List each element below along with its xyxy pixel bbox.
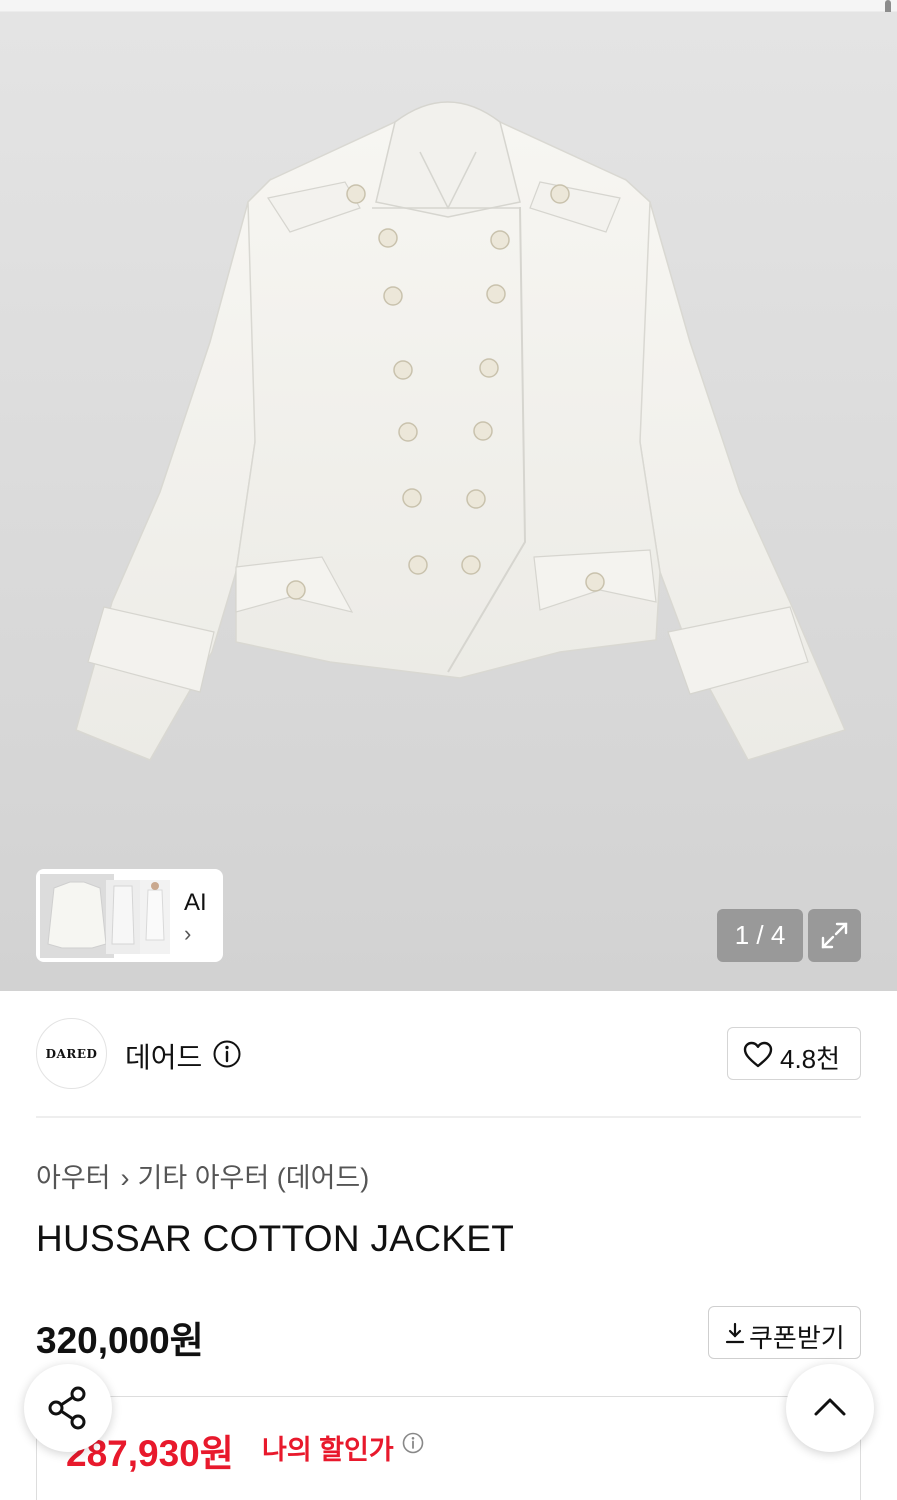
brand-row[interactable]: DARED 데어드 4.8천: [36, 1018, 861, 1090]
download-icon: [725, 1322, 745, 1344]
chevron-right-icon: ›: [120, 1163, 130, 1193]
coupon-label: 쿠폰받기: [749, 1323, 845, 1353]
product-image-gallery[interactable]: AI › 1 / 4: [0, 12, 897, 991]
breadcrumb-subcategory[interactable]: 기타 아우터 (데어드): [138, 1163, 370, 1193]
expand-image-button[interactable]: [808, 909, 861, 962]
info-icon[interactable]: [402, 1432, 424, 1454]
ai-similar-thumbnails[interactable]: AI ›: [36, 869, 223, 962]
chevron-up-icon: [814, 1398, 846, 1416]
brand-name[interactable]: 데어드: [125, 1036, 202, 1076]
info-icon[interactable]: [212, 1039, 242, 1069]
image-pager: 1 / 4: [717, 909, 803, 962]
share-button[interactable]: [24, 1364, 112, 1452]
chevron-right-icon: ›: [184, 921, 192, 946]
scroll-to-top-button[interactable]: [786, 1364, 874, 1452]
breadcrumb-category[interactable]: 아우터: [36, 1163, 111, 1193]
status-bar: [0, 0, 897, 12]
product-image: [75, 101, 847, 761]
discount-label: 나의 할인가: [262, 1435, 394, 1465]
expand-icon: [821, 922, 848, 949]
like-count: 4.8천: [780, 1044, 841, 1074]
like-button[interactable]: 4.8천: [727, 1027, 861, 1080]
heart-icon: [743, 1041, 773, 1068]
product-price: 320,000원: [36, 1320, 204, 1361]
product-title: HUSSAR COTTON JACKET: [36, 1218, 515, 1259]
ai-label: AI: [184, 889, 207, 916]
coupon-download-button[interactable]: 쿠폰받기: [708, 1306, 861, 1359]
breadcrumb: 아우터 › 기타 아우터 (데어드): [36, 1156, 369, 1195]
share-icon: [48, 1386, 86, 1430]
brand-logo[interactable]: DARED: [36, 1018, 107, 1089]
divider: [36, 1116, 861, 1118]
thumbnail-images: [40, 874, 170, 958]
